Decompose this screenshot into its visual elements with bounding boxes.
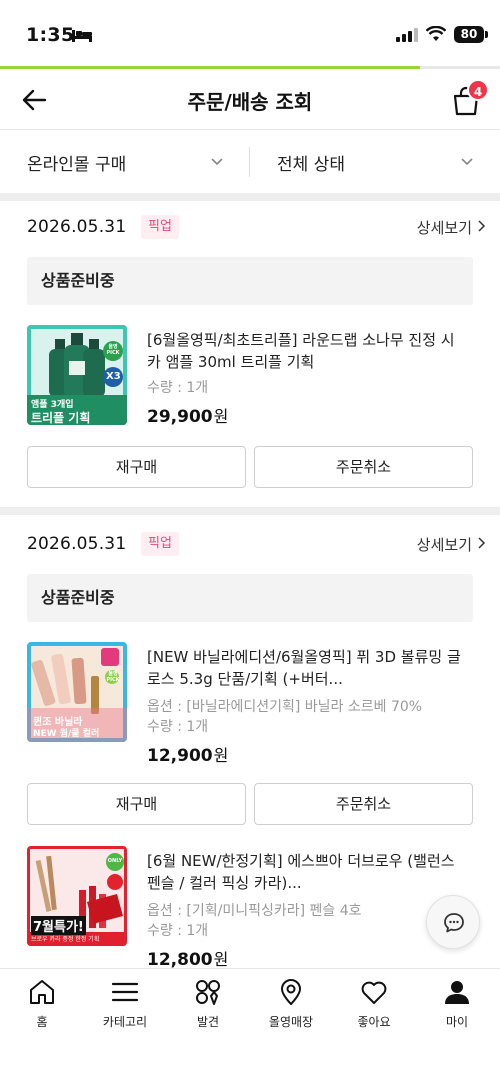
order-product[interactable]: ONLY 7월특가! 브로우 카라 증정 한정 기획 [6월 NEW/한정기획]… [0, 846, 500, 970]
location-pin-icon [281, 979, 301, 1005]
purchase-channel-dropdown[interactable]: 온라인몰 구매 [27, 131, 227, 193]
nav-label: 좋아요 [357, 1015, 391, 1029]
order-card: 2026.05.31 픽업 상세보기 상품준비중 올영 PICK X3 앰플 3… [0, 201, 500, 507]
cellular-signal-icon [396, 28, 418, 42]
cart-count-badge: 4 [467, 79, 489, 101]
thumb-sticker: ONLY [107, 858, 123, 864]
wifi-icon [426, 26, 446, 41]
order-detail-link[interactable]: 상세보기 [417, 217, 472, 238]
order-status-dropdown[interactable]: 전체 상태 [277, 131, 477, 193]
product-name: [6월 NEW/한정기획] 에스쁘아 더브로우 (밸런스 펜슬 / 컬러 픽싱 … [147, 852, 455, 892]
chat-button[interactable] [426, 895, 480, 949]
product-price: 12,800원 [147, 946, 228, 970]
thumb-caption-line1: 7월특가! [31, 916, 86, 935]
product-price: 29,900원 [147, 403, 228, 427]
price-unit: 원 [213, 407, 229, 426]
filter-divider [249, 147, 250, 177]
section-separator [0, 507, 500, 515]
order-actions: 재구매 주문취소 [27, 446, 473, 488]
cancel-order-button[interactable]: 주문취소 [254, 783, 473, 825]
app-header: 주문/배송 조회 4 [0, 70, 500, 130]
order-card: 2026.05.31 픽업 상세보기 상품준비중 올영 PICK 퀸조 바닐라 … [0, 518, 500, 970]
sleep-mode-icon [72, 30, 92, 42]
order-status-label: 전체 상태 [277, 154, 345, 175]
nav-label: 마이 [445, 1015, 469, 1029]
chevron-down-icon [461, 158, 473, 166]
reorder-button[interactable]: 재구매 [27, 446, 246, 488]
heart-icon [361, 981, 387, 1004]
page-title: 주문/배송 조회 [187, 90, 313, 114]
thumb-badge: X3 [106, 371, 121, 382]
order-product[interactable]: 올영 PICK X3 앰플 3개입 트리플 기획 [6월올영픽/최초트리플] 라… [0, 325, 500, 435]
nav-label: 올영매장 [268, 1015, 314, 1029]
order-date: 2026.05.31 [27, 217, 127, 237]
pickup-chip: 픽업 [141, 532, 179, 556]
thumb-caption-line2: 브로우 카라 증정 한정 기획 [31, 936, 100, 943]
price-unit: 원 [213, 746, 229, 765]
thumb-sticker: 올영 PICK [106, 671, 120, 683]
order-detail-link[interactable]: 상세보기 [417, 534, 472, 555]
price-amount: 12,800 [147, 950, 213, 970]
nav-likes[interactable]: 좋아요 [334, 977, 414, 1039]
home-icon [30, 980, 54, 1004]
order-date: 2026.05.31 [27, 534, 127, 554]
nav-my[interactable]: 마이 [417, 977, 497, 1039]
price-amount: 12,900 [147, 746, 213, 766]
pickup-chip: 픽업 [141, 215, 179, 239]
nav-label: 홈 [36, 1015, 48, 1029]
cancel-order-button[interactable]: 주문취소 [254, 446, 473, 488]
order-status: 상품준비중 [27, 257, 473, 305]
menu-icon [111, 982, 139, 1002]
product-quantity: 수량 : 1개 [147, 380, 209, 396]
nav-category[interactable]: 카테고리 [85, 977, 165, 1039]
nav-label: 카테고리 [102, 1015, 148, 1029]
battery-indicator: 80 [454, 26, 488, 43]
purchase-channel-label: 온라인몰 구매 [27, 154, 127, 175]
product-option: 옵션 : [기획/미니픽싱카라] 펜슬 4호 [147, 903, 362, 919]
product-option: 옵션 : [바닐라에디션기획] 바닐라 소르베 70% [147, 699, 423, 715]
order-filters: 온라인몰 구매 전체 상태 [0, 131, 500, 193]
status-time: 1:35 [26, 24, 75, 46]
order-product[interactable]: 올영 PICK 퀸조 바닐라 NEW 웜/쿨 컬러 [NEW 바닐라에디션/6월… [0, 642, 500, 766]
page-progress-bar [0, 66, 500, 69]
status-bar: 1:35 80 [0, 0, 500, 68]
product-quantity: 수량 : 1개 [147, 719, 209, 735]
chevron-right-icon [478, 220, 486, 232]
thumb-caption-line2: NEW 웜/쿨 컬러 [33, 729, 100, 739]
nav-store[interactable]: 올영매장 [251, 977, 331, 1039]
chat-bubble-icon [444, 913, 464, 933]
price-amount: 29,900 [147, 407, 213, 427]
product-price: 12,900원 [147, 742, 228, 766]
bottom-navigation: 홈 카테고리 발견 올영매장 좋아요 마이 [0, 968, 500, 1082]
product-name: [6월올영픽/최초트리플] 라운드랩 소나무 진정 시카 앰플 30ml 트리플… [147, 331, 455, 371]
order-status: 상품준비중 [27, 574, 473, 622]
section-separator [0, 193, 500, 201]
nav-home[interactable]: 홈 [2, 977, 82, 1039]
reorder-button[interactable]: 재구매 [27, 783, 246, 825]
thumb-caption-line2: 트리플 기획 [31, 411, 91, 425]
person-icon [445, 981, 469, 1004]
product-thumbnail: 올영 PICK 퀸조 바닐라 NEW 웜/쿨 컬러 [27, 642, 127, 742]
product-quantity: 수량 : 1개 [147, 923, 209, 939]
price-unit: 원 [213, 950, 229, 969]
nav-discover[interactable]: 발견 [168, 977, 248, 1039]
discover-icon [196, 980, 220, 1005]
nav-label: 발견 [196, 1015, 220, 1029]
product-thumbnail: ONLY 7월특가! 브로우 카라 증정 한정 기획 [27, 846, 127, 946]
chevron-down-icon [211, 158, 223, 166]
thumb-sticker: 올영 PICK [106, 344, 120, 356]
chevron-right-icon [478, 537, 486, 549]
product-name: [NEW 바닐라에디션/6월올영픽] 퓌 3D 볼류밍 글로스 5.3g 단품/… [147, 648, 461, 688]
order-actions: 재구매 주문취소 [27, 783, 473, 825]
product-thumbnail: 올영 PICK X3 앰플 3개입 트리플 기획 [27, 325, 127, 425]
